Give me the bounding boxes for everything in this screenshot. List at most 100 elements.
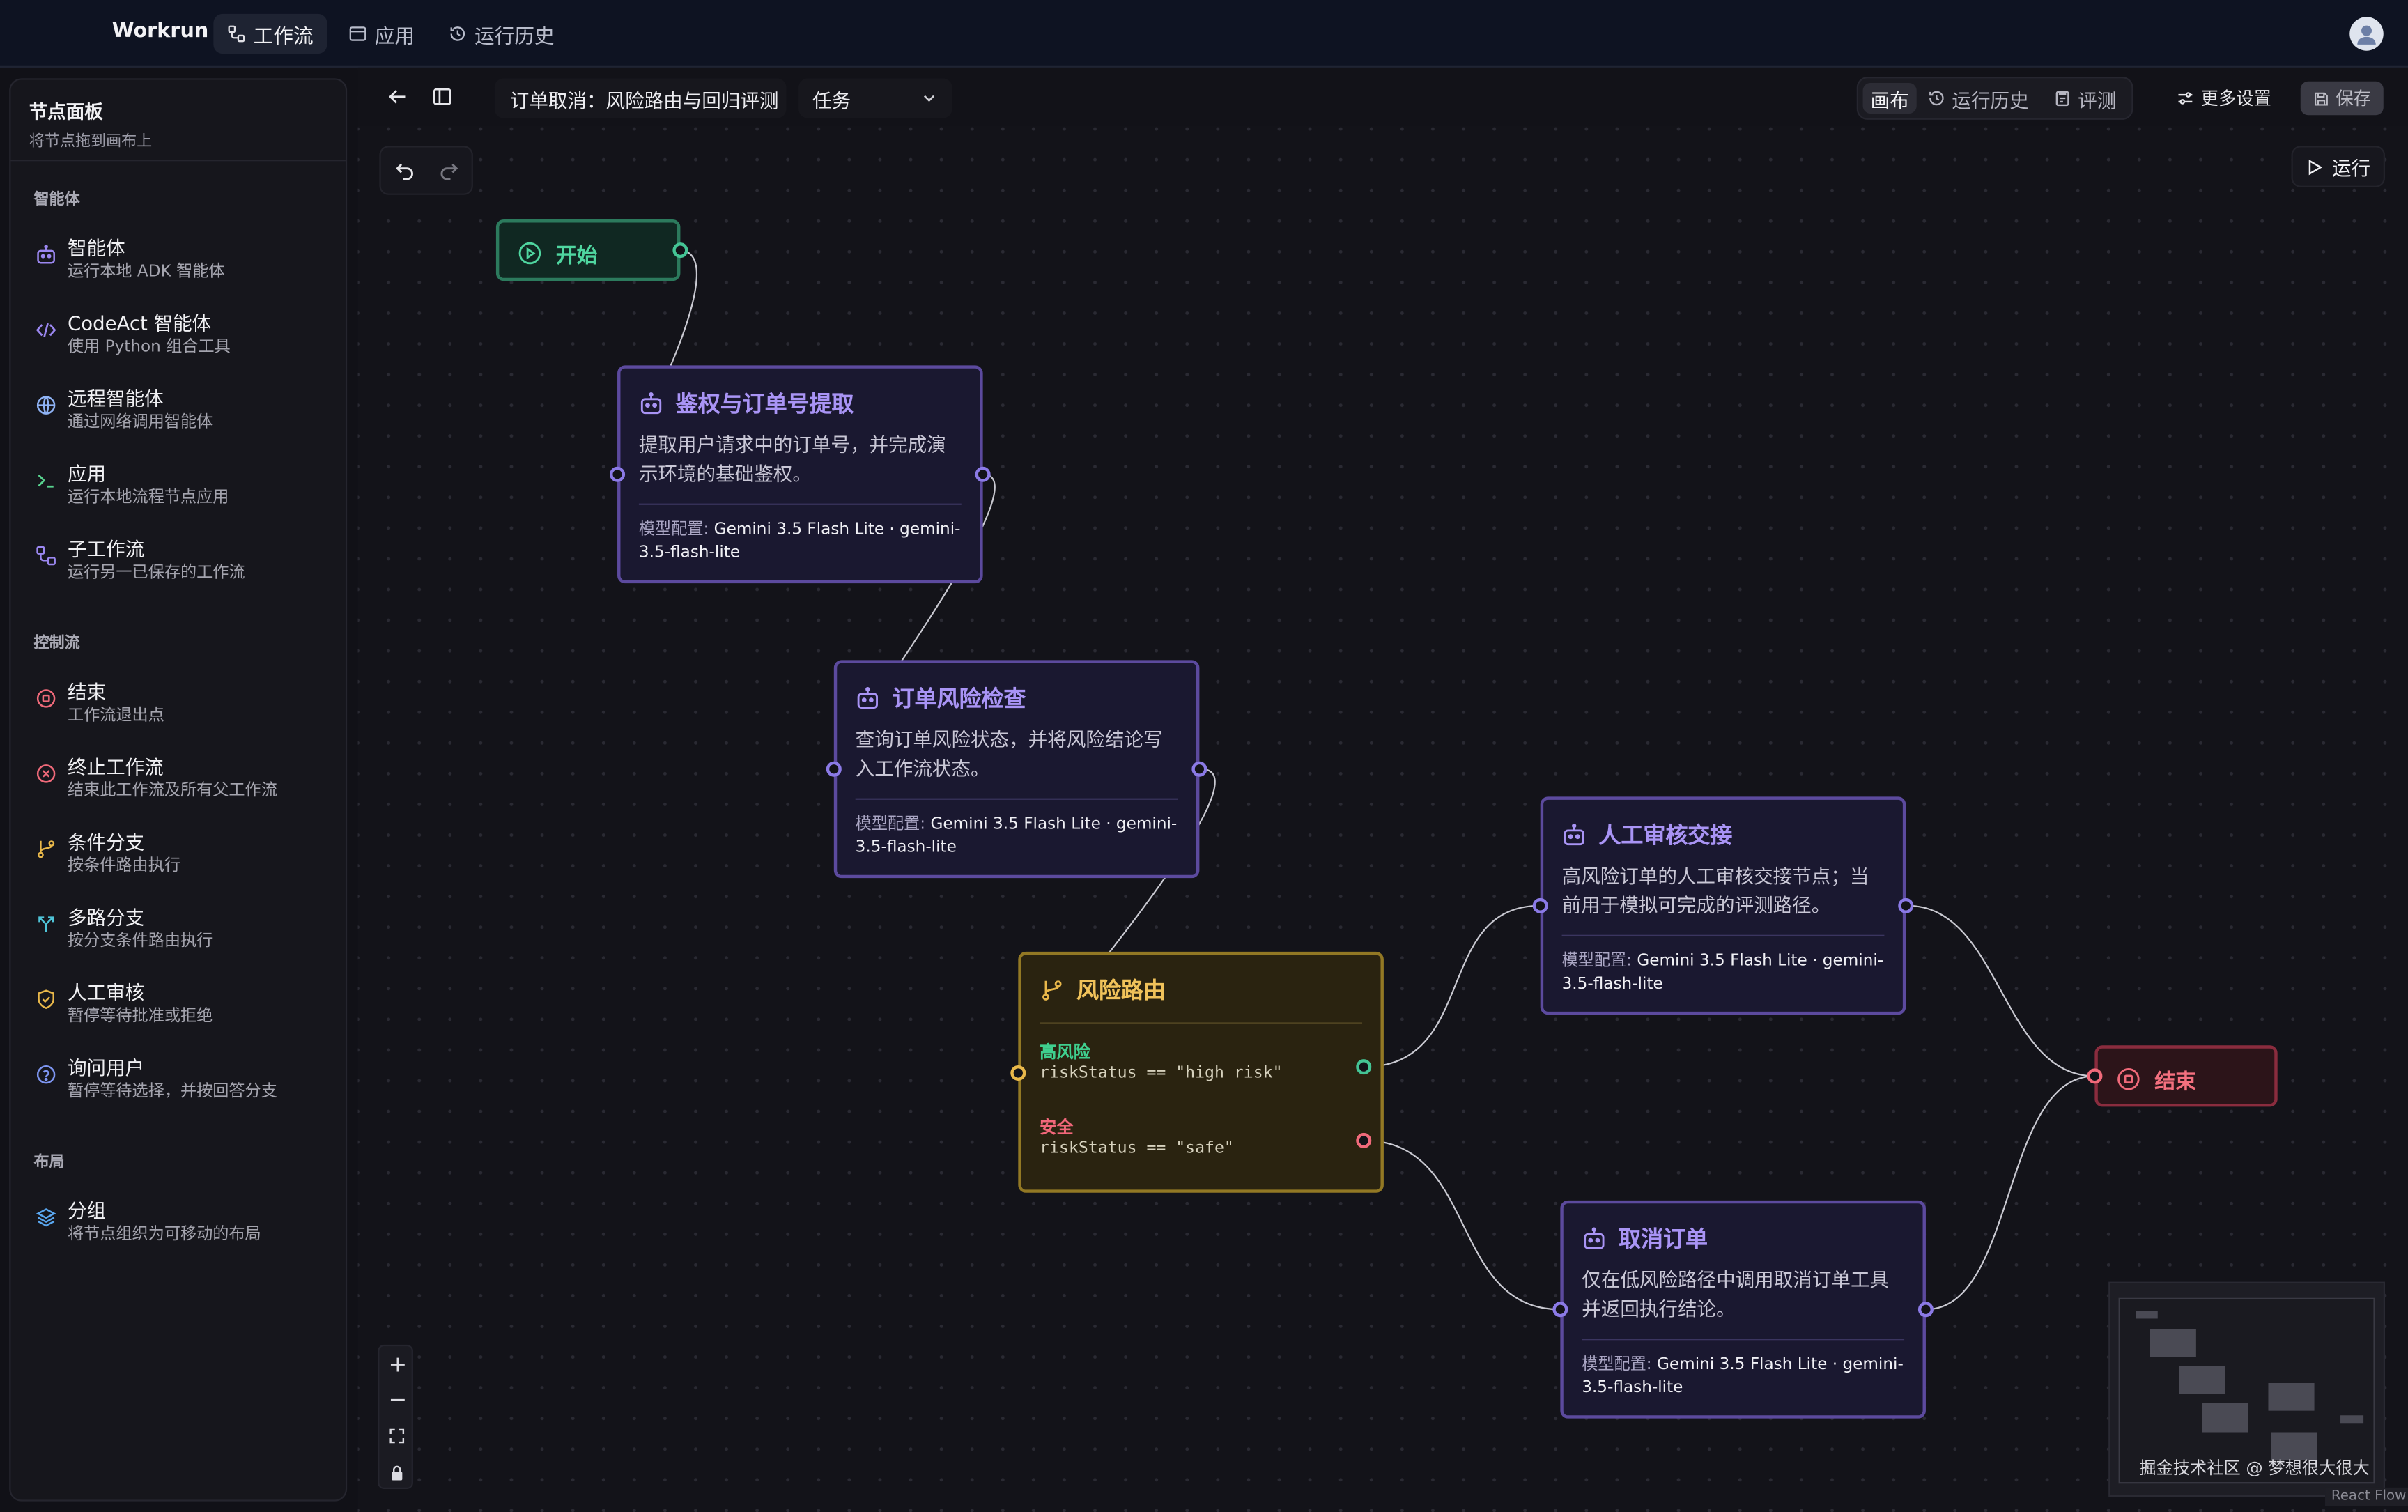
palette-item-terminate-workflow[interactable]: 终止工作流 结束此工作流及所有父工作流 [29, 750, 337, 812]
node-title-text: 开始 [555, 244, 598, 269]
nav-tab-label: 运行历史 [474, 25, 555, 49]
edge-router-handoff[interactable] [1364, 904, 1541, 1068]
palette-item-title: 分组 [67, 1198, 107, 1222]
palette-item-codeact-agent[interactable]: CodeAct 智能体 使用 Python 组合工具 [29, 307, 337, 369]
node-output-handle[interactable] [1898, 897, 1914, 913]
nav-tab-workflow[interactable]: 工作流 [213, 13, 327, 54]
section-label-layout: 布局 [33, 1154, 65, 1171]
palette-item-app[interactable]: 应用 运行本地流程节点应用 [29, 458, 337, 519]
nav-tab-label: 工作流 [253, 25, 314, 49]
palette-item-title: 应用 [67, 462, 107, 486]
brand-logo[interactable]: Workrun [112, 20, 208, 43]
palette-item-title: 终止工作流 [67, 755, 164, 778]
edge-router-cancel[interactable] [1364, 1139, 1561, 1311]
palette-item-desc: 按条件路由执行 [67, 856, 180, 875]
node-risk-check[interactable]: 订单风险检查 查询订单风险状态，并将风险结论写入工作流状态。 模型配置: Gem… [826, 660, 1207, 879]
user-avatar[interactable] [2349, 17, 2384, 51]
zoom-out-button[interactable] [379, 1382, 415, 1417]
node-input-handle[interactable] [2087, 1068, 2103, 1084]
palette-item-title: CodeAct 智能体 [67, 311, 212, 335]
panel-title: 节点面板 [29, 101, 103, 123]
palette-item-title: 子工作流 [67, 537, 145, 561]
stop-circle-icon [2117, 1068, 2140, 1090]
branch-output-handle-high-risk[interactable] [1356, 1059, 1372, 1075]
fit-view-button[interactable] [379, 1419, 415, 1454]
nav-tab-label: 应用 [374, 25, 415, 49]
node-output-handle[interactable] [1191, 761, 1207, 777]
node-title-text: 鉴权与订单号提取 [675, 392, 854, 418]
palette-item-end[interactable]: 结束 工作流退出点 [29, 675, 337, 736]
palette-item-desc: 运行另一已保存的工作流 [67, 563, 245, 582]
node-title: 结束 [2116, 1064, 2196, 1095]
node-input-handle[interactable] [826, 761, 842, 777]
zoom-in-button[interactable] [379, 1346, 415, 1382]
panel-subtitle: 将节点拖到画布上 [29, 133, 153, 151]
stop-circle-icon [36, 689, 56, 708]
node-title-text: 取消订单 [1619, 1228, 1708, 1253]
node-risk-router[interactable]: 风险路由 高风险 riskStatus == "high_risk" 安全 ri… [1010, 951, 1384, 1193]
nav-tab-run-history[interactable]: 运行历史 [435, 14, 569, 54]
react-flow-attribution[interactable]: React Flow [2325, 1487, 2408, 1506]
node-input-handle[interactable] [1010, 1065, 1026, 1081]
palette-item-group[interactable]: 分组 将节点组织为可移动的布局 [29, 1194, 337, 1256]
watermark-text: 掘金技术社区 @ 梦想很大很大 [2139, 1458, 2370, 1479]
node-divider [1040, 1022, 1363, 1024]
node-input-handle[interactable] [610, 466, 626, 482]
branch-label-safe: 安全 [1040, 1117, 1074, 1138]
code-icon [36, 323, 56, 337]
palette-item-subworkflow[interactable]: 子工作流 运行另一已保存的工作流 [29, 532, 337, 594]
palette-item-title: 远程智能体 [67, 387, 164, 410]
branch-output-handle-safe[interactable] [1356, 1132, 1372, 1148]
bot-icon [1584, 1226, 1605, 1249]
node-auth-extract[interactable]: 鉴权与订单号提取 提取用户请求中的订单号，并完成演示环境的基础鉴权。 模型配置:… [610, 365, 991, 584]
model-config-label: 模型配置: [1582, 1355, 1652, 1374]
palette-item-multi-branch[interactable]: 多路分支 按分支条件路由执行 [29, 901, 337, 962]
node-output-handle[interactable] [672, 242, 688, 259]
layers-icon [36, 1208, 56, 1227]
subworkflow-icon [36, 546, 56, 566]
node-cancel-order[interactable]: 取消订单 仅在低风险路径中调用取消订单工具并返回执行结论。 模型配置: Gemi… [1552, 1200, 1934, 1419]
node-start[interactable]: 开始 [495, 219, 688, 281]
edge-handoff-end[interactable] [1907, 904, 2095, 1077]
palette-item-condition-branch[interactable]: 条件分支 按条件路由执行 [29, 826, 337, 887]
node-title-text: 订单风险检查 [892, 687, 1026, 713]
node-description: 提取用户请求中的订单号，并完成演示环境的基础鉴权。 [638, 433, 946, 486]
node-end[interactable]: 结束 [2087, 1045, 2278, 1107]
node-human-handoff[interactable]: 人工审核交接 高风险订单的人工审核交接节点；当前用于模拟可完成的评测路径。 模型… [1532, 796, 1914, 1015]
branch-expr-safe: riskStatus == "safe" [1040, 1139, 1234, 1158]
palette-item-desc: 暂停等待选择，并按回答分支 [67, 1082, 277, 1101]
node-title-text: 结束 [2154, 1070, 2196, 1095]
node-description: 查询订单风险状态，并将风险结论写入工作流状态。 [855, 727, 1163, 780]
bot-icon [37, 245, 55, 264]
node-title: 订单风险检查 [856, 681, 1026, 713]
globe-icon [36, 396, 56, 415]
panel-divider [10, 160, 346, 162]
branch-expr-high-risk: riskStatus == "high_risk" [1040, 1063, 1283, 1083]
node-output-handle[interactable] [975, 466, 991, 482]
edge-cancel-end[interactable] [1925, 1075, 2095, 1311]
section-label-agents: 智能体 [33, 192, 80, 209]
model-config-label: 模型配置: [855, 815, 926, 834]
workflow-canvas[interactable]: 订单取消：风险路由与回归评测 任务 画布 运行历史 评测 更多设置 保存 运行 … [357, 67, 2408, 1512]
model-config-label: 模型配置: [1561, 951, 1632, 971]
node-description: 高风险订单的人工审核交接节点；当前用于模拟可完成的评测路径。 [1561, 864, 1869, 917]
palette-item-desc: 使用 Python 组合工具 [67, 337, 231, 357]
node-input-handle[interactable] [1532, 897, 1548, 913]
history-icon [450, 26, 465, 41]
node-title: 人工审核交接 [1562, 818, 1732, 850]
palette-item-ask-user[interactable]: 询问用户 暂停等待选择，并按回答分支 [29, 1051, 337, 1113]
top-nav-bar: Workrun 工作流 应用 运行历史 [0, 0, 2408, 68]
palette-item-agent[interactable]: 智能体 运行本地 ADK 智能体 [29, 232, 337, 293]
x-circle-icon [36, 764, 56, 783]
node-divider [638, 503, 962, 505]
fit-view-icon [389, 1428, 405, 1444]
palette-item-title: 智能体 [67, 236, 125, 260]
model-config-label: 模型配置: [638, 520, 709, 539]
palette-item-remote-agent[interactable]: 远程智能体 通过网络调用智能体 [29, 383, 337, 444]
lock-button[interactable] [379, 1456, 415, 1491]
palette-item-human-review[interactable]: 人工审核 暂停等待批准或拒绝 [29, 976, 337, 1037]
bot-icon [640, 391, 662, 413]
node-output-handle[interactable] [1917, 1302, 1934, 1318]
nav-tab-apps[interactable]: 应用 [334, 14, 428, 54]
node-input-handle[interactable] [1552, 1302, 1568, 1318]
